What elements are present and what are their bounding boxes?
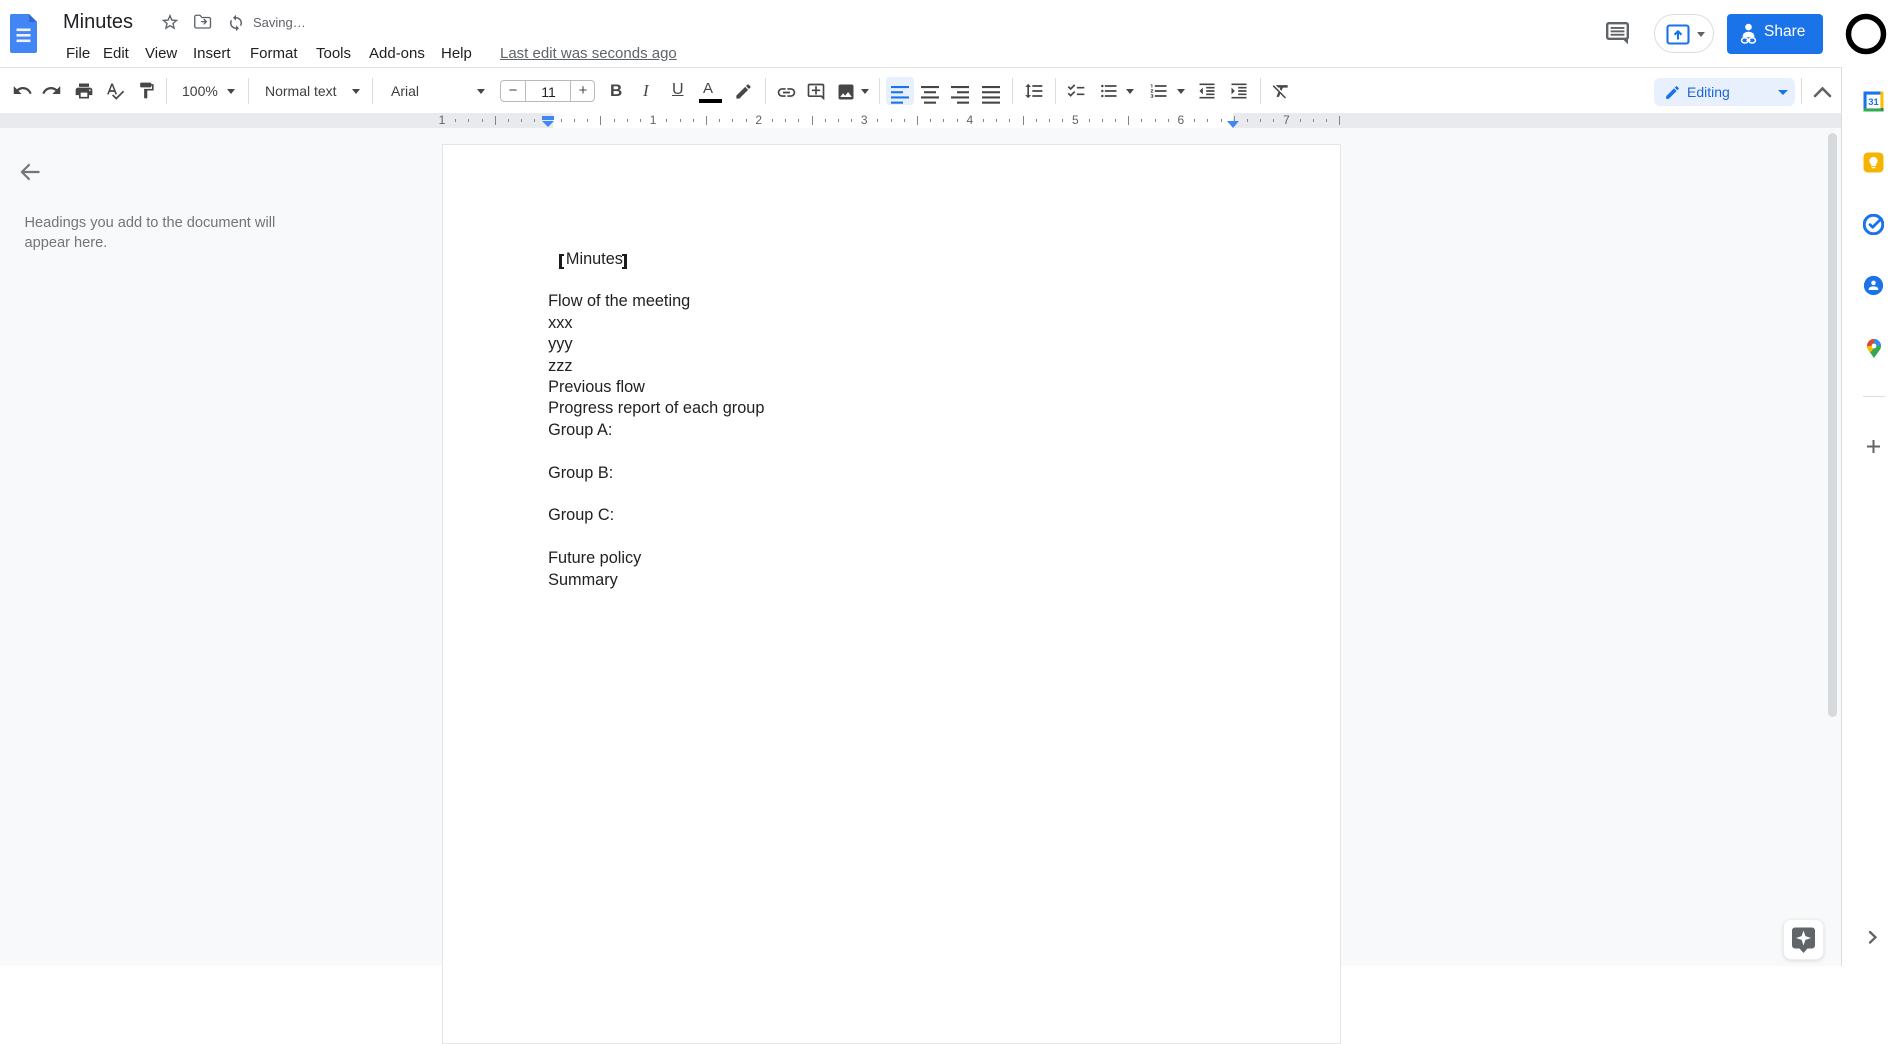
svg-text:31: 31 (1868, 97, 1879, 108)
